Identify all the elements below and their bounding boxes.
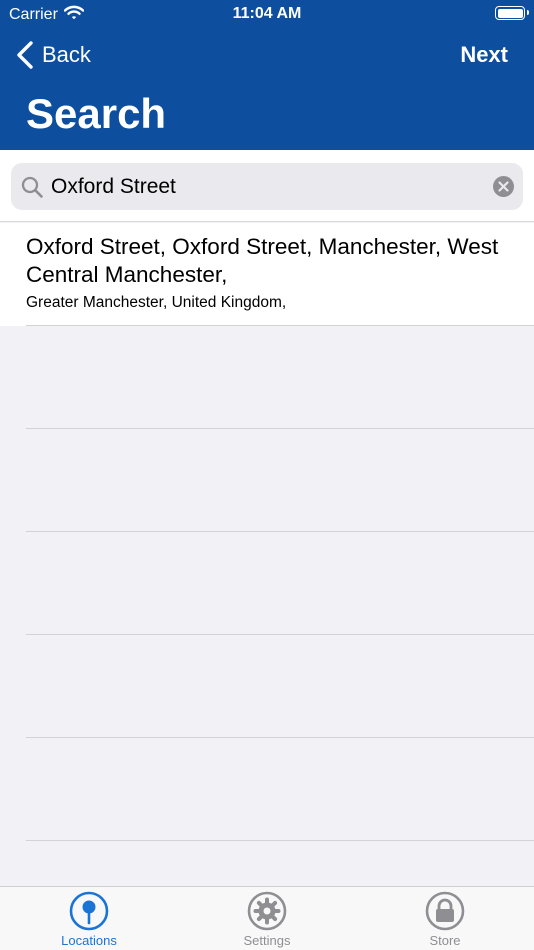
search-result-row[interactable]: Oxford Street, Oxford Street, Manchester… (0, 223, 534, 326)
navigation-header: Carrier 11:04 AM Back Next Search (0, 0, 534, 150)
back-button[interactable]: Back (16, 40, 91, 70)
row-separator (26, 634, 534, 635)
search-icon (21, 176, 43, 198)
battery-icon (495, 6, 529, 20)
search-input[interactable] (51, 163, 481, 210)
search-bar (0, 150, 534, 222)
row-separator (26, 737, 534, 738)
next-button[interactable]: Next (460, 42, 508, 68)
clock: 11:04 AM (232, 5, 302, 22)
tab-locations[interactable]: Locations (29, 891, 149, 949)
row-separator (26, 325, 534, 326)
close-icon (498, 181, 509, 192)
back-button-label: Back (42, 42, 91, 67)
clear-search-button[interactable] (493, 176, 514, 197)
tab-store-label: Store (429, 933, 461, 948)
tab-store[interactable]: Store (385, 891, 505, 949)
chevron-left-icon (17, 41, 33, 69)
row-separator (26, 428, 534, 429)
tab-settings-label: Settings (243, 933, 291, 948)
gear-icon (247, 891, 287, 931)
map-pin-icon (69, 891, 109, 931)
result-subtitle: Greater Manchester, United Kingdom, (26, 294, 287, 311)
lock-icon (425, 891, 465, 931)
tab-locations-label: Locations (61, 933, 117, 948)
page-title: Search (26, 90, 167, 137)
status-bar: Carrier 11:04 AM (0, 0, 534, 28)
row-separator (26, 531, 534, 532)
tab-settings[interactable]: Settings (207, 891, 327, 949)
search-field[interactable] (11, 163, 523, 210)
result-title: Oxford Street, Oxford Street, Manchester… (26, 234, 499, 287)
row-separator (26, 840, 534, 841)
tab-bar: Locations Settings Store (0, 886, 534, 950)
